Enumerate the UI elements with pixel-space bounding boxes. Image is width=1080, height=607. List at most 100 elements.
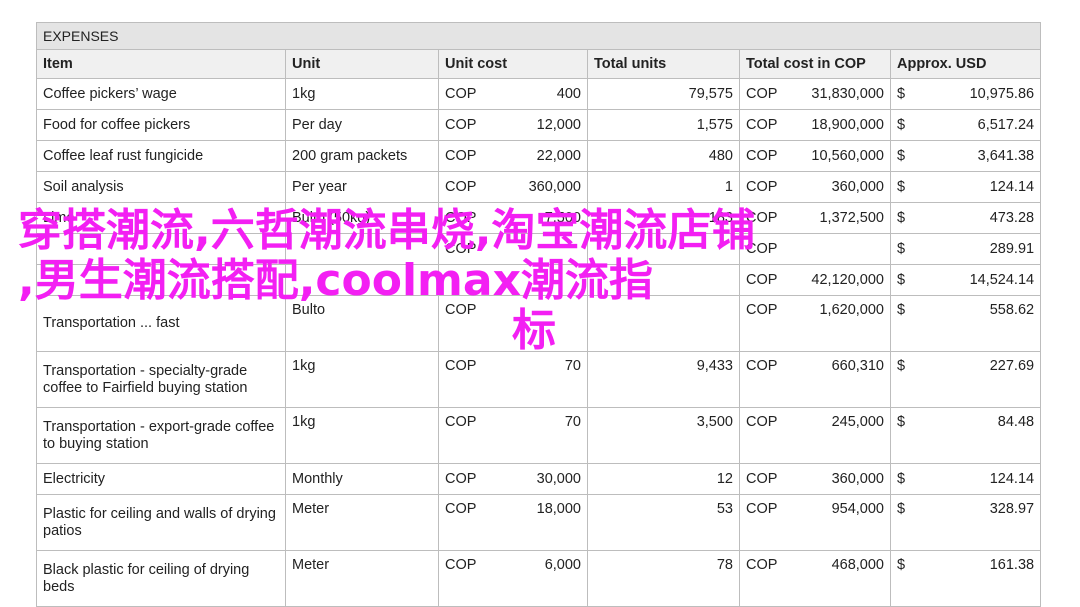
currency-label: COP bbox=[746, 302, 778, 318]
table-row: Transportation - specialty-grade coffee … bbox=[36, 351, 1042, 408]
currency-label: $ bbox=[897, 557, 906, 573]
usd-cell: $124.14 bbox=[889, 463, 1042, 495]
unit-cost-cell: COP 18,000 bbox=[438, 494, 588, 551]
currency-label: COP bbox=[445, 148, 477, 164]
amount-value: 22,000 bbox=[536, 148, 581, 164]
unit-cell: 1kg bbox=[285, 407, 439, 464]
currency-label: COP bbox=[445, 414, 477, 430]
unit-cell bbox=[285, 233, 439, 265]
unit-cell: Per day bbox=[285, 109, 439, 141]
currency-label: COP bbox=[746, 179, 778, 195]
total-units-cell bbox=[587, 264, 740, 296]
amount-value: 70 bbox=[564, 358, 581, 374]
unit-cell: Meter bbox=[285, 494, 439, 551]
table-row: Transportation ... fast Bulto COP COP 1,620,… bbox=[36, 295, 1042, 352]
currency-label: $ bbox=[897, 501, 906, 517]
table-row: Electricity Monthly COP 30,000 12 COP 360,000 $… bbox=[36, 463, 1042, 495]
currency-label: COP bbox=[746, 471, 778, 487]
currency-label: COP bbox=[746, 414, 778, 430]
usd-cell: $473.28 bbox=[889, 202, 1042, 234]
amount-value: 289.91 bbox=[989, 241, 1035, 257]
amount-value: 360,000 bbox=[831, 471, 884, 487]
usd-cell: $3,641.38 bbox=[889, 140, 1042, 172]
unit-cell: Meter bbox=[285, 550, 439, 607]
amount-value: 31,830,000 bbox=[811, 86, 884, 102]
amount-value: 70 bbox=[564, 414, 581, 430]
unit-cost-cell: COP 70 bbox=[438, 407, 588, 464]
usd-cell: $14,524.14 bbox=[889, 264, 1042, 296]
total-cost-cell: COP 1,620,000 bbox=[739, 295, 891, 352]
unit-cell: 200 gram packets bbox=[285, 140, 439, 172]
currency-label: COP bbox=[445, 179, 477, 195]
currency-label: COP bbox=[746, 272, 778, 288]
unit-cost-cell: COP 7,500 bbox=[438, 202, 588, 234]
amount-value: 161.38 bbox=[989, 557, 1035, 573]
unit-cell: Per year bbox=[285, 171, 439, 203]
unit-cost-cell: COP 12,000 bbox=[438, 109, 588, 141]
amount-value: 558.62 bbox=[989, 302, 1035, 318]
unit-cell bbox=[285, 264, 439, 296]
item-cell: Coffee leaf rust fungicide bbox=[36, 140, 286, 172]
usd-cell: $558.62 bbox=[889, 295, 1042, 352]
amount-value: 7,500 bbox=[544, 210, 581, 226]
total-cost-cell: COP 1,372,500 bbox=[739, 202, 891, 234]
total-cost-cell: COP bbox=[739, 233, 891, 265]
item-cell bbox=[36, 233, 286, 265]
currency-label: $ bbox=[897, 179, 906, 195]
amount-value: 18,000 bbox=[536, 501, 581, 517]
usd-cell: $161.38 bbox=[889, 550, 1042, 607]
unit-cost-cell: COP bbox=[438, 233, 588, 265]
amount-value: 6,517.24 bbox=[977, 117, 1035, 133]
total-units-cell: 9,433 bbox=[587, 351, 740, 408]
amount-value: 400 bbox=[556, 86, 581, 102]
amount-value: 10,975.86 bbox=[969, 86, 1035, 102]
total-cost-cell: COP 42,120,000 bbox=[739, 264, 891, 296]
total-cost-cell: COP 954,000 bbox=[739, 494, 891, 551]
item-cell: Transportation ... fast bbox=[36, 295, 286, 352]
total-cost-cell: COP 18,900,000 bbox=[739, 109, 891, 141]
amount-value: 328.97 bbox=[989, 501, 1035, 517]
amount-value: 14,524.14 bbox=[969, 272, 1035, 288]
item-cell: Black plastic for ceiling of drying beds bbox=[36, 550, 286, 607]
table-row: Soil analysis Per year COP 360,000 1 COP 360,0… bbox=[36, 171, 1042, 203]
currency-label: COP bbox=[445, 241, 477, 257]
column-header: Unit bbox=[285, 49, 439, 79]
table-row: Coffee pickers’ wage 1kg COP 400 79,575 COP 31… bbox=[36, 78, 1042, 110]
total-units-cell bbox=[587, 233, 740, 265]
currency-label: COP bbox=[746, 117, 778, 133]
amount-value: 84.48 bbox=[997, 414, 1035, 430]
unit-cell: Monthly bbox=[285, 463, 439, 495]
table-row: COP COP $289.91 bbox=[36, 233, 1042, 265]
currency-label: COP bbox=[746, 210, 778, 226]
column-header: Item bbox=[36, 49, 286, 79]
table-row: Plastic for ceiling and walls of drying … bbox=[36, 494, 1042, 551]
currency-label: COP bbox=[445, 210, 477, 226]
currency-label: $ bbox=[897, 302, 906, 318]
amount-value: 954,000 bbox=[831, 501, 884, 517]
unit-cell: 1kg bbox=[285, 351, 439, 408]
unit-cell: Bulto bbox=[285, 295, 439, 352]
total-units-cell: 183 bbox=[587, 202, 740, 234]
item-cell: Food for coffee pickers bbox=[36, 109, 286, 141]
amount-value: 1,372,500 bbox=[819, 210, 884, 226]
currency-label: COP bbox=[746, 241, 778, 257]
currency-label: $ bbox=[897, 148, 906, 164]
item-cell: Transportation - specialty-grade coffee … bbox=[36, 351, 286, 408]
item-cell bbox=[36, 264, 286, 296]
currency-label: $ bbox=[897, 241, 906, 257]
total-units-cell bbox=[587, 295, 740, 352]
amount-value: 245,000 bbox=[831, 414, 884, 430]
unit-cost-cell: COP 360,000 bbox=[438, 171, 588, 203]
currency-label: COP bbox=[445, 302, 477, 318]
usd-cell: $6,517.24 bbox=[889, 109, 1042, 141]
table-row: Coffee leaf rust fungicide 200 gram packe… bbox=[36, 140, 1042, 172]
column-header: Total units bbox=[587, 49, 740, 79]
amount-value: 1,620,000 bbox=[819, 302, 884, 318]
item-cell: Coffee pickers’ wage bbox=[36, 78, 286, 110]
table-row: COP 42,120,000 $14,524.14 bbox=[36, 264, 1042, 296]
amount-value: 227.69 bbox=[989, 358, 1035, 374]
currency-label: $ bbox=[897, 471, 906, 487]
column-header: Approx. USD bbox=[889, 49, 1042, 79]
amount-value: 6,000 bbox=[544, 557, 581, 573]
header-row: Item Unit Unit cost Total units Total cost i… bbox=[36, 49, 1042, 79]
